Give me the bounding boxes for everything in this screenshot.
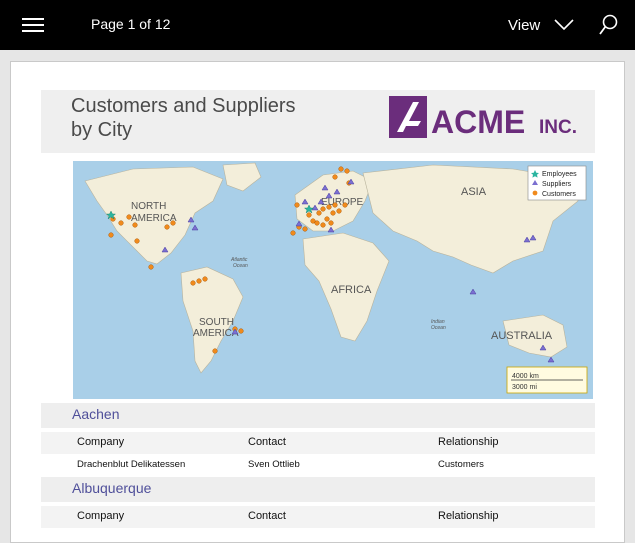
cell-company: Drachenblut Delikatessen: [77, 459, 186, 470]
column-header-relationship: Relationship: [438, 510, 499, 522]
report-header: Customers and Suppliers by City ACME INC…: [41, 90, 595, 153]
page-indicator: Page 1 of 12: [91, 16, 171, 32]
legend-customers: Customers: [542, 191, 576, 198]
scale-mi: 3000 mi: [512, 384, 537, 391]
map-label-australia: AUSTRALIA: [491, 330, 553, 342]
world-map[interactable]: NORTH AMERICA EUROPE ASIA AFRICA SOUTH A…: [73, 161, 593, 399]
map-label-north: NORTH: [131, 201, 166, 212]
top-toolbar: Page 1 of 12 View: [0, 0, 635, 50]
hamburger-menu-icon[interactable]: [22, 15, 46, 35]
svg-text:INC.: INC.: [539, 117, 577, 138]
acme-logo: ACME INC.: [389, 96, 577, 140]
table-header-row: Company Contact Relationship: [41, 432, 595, 454]
legend-suppliers: Suppliers: [542, 181, 572, 188]
map-legend: Employees Suppliers Customers: [527, 165, 587, 201]
map-scale: 4000 km 3000 mi: [506, 366, 588, 394]
report-page: Customers and Suppliers by City ACME INC…: [10, 61, 625, 543]
legend-employees: Employees: [542, 171, 577, 178]
report-title: Customers and Suppliers by City: [71, 94, 296, 142]
city-name: Albuquerque: [72, 480, 152, 496]
report-title-line2: by City: [71, 119, 133, 141]
column-header-relationship: Relationship: [438, 436, 499, 448]
search-icon[interactable]: [596, 13, 620, 37]
column-header-company: Company: [77, 436, 125, 448]
legend-customers-icon: [532, 190, 538, 196]
city-group-header: Aachen: [41, 403, 595, 428]
map-label-america-north: AMERICA: [131, 213, 177, 224]
view-label: View: [508, 16, 541, 34]
map-label-america-south: AMERICA: [193, 328, 239, 339]
table-row: Drachenblut Delikatessen Sven Ottlieb Cu…: [41, 454, 595, 476]
city-name: Aachen: [72, 406, 120, 422]
report-title-line1: Customers and Suppliers: [71, 95, 296, 117]
cell-contact: Sven Ottlieb: [248, 459, 300, 470]
chevron-down-icon: [554, 19, 574, 31]
column-header-contact: Contact: [248, 510, 286, 522]
column-header-company: Company: [77, 510, 125, 522]
ocean-label-atlantic-ocean: Ocean: [233, 263, 248, 269]
map-label-south: SOUTH: [199, 317, 234, 328]
city-group-header: Albuquerque: [41, 477, 595, 502]
column-header-contact: Contact: [248, 436, 286, 448]
ocean-label-indian-ocean: Ocean: [431, 325, 446, 331]
scale-km: 4000 km: [512, 373, 539, 380]
map-label-africa: AFRICA: [331, 284, 372, 296]
svg-text:ACME: ACME: [431, 104, 525, 140]
table-header-row: Company Contact Relationship: [41, 506, 595, 528]
cell-relationship: Customers: [438, 459, 484, 470]
map-label-asia: ASIA: [461, 186, 487, 198]
view-button[interactable]: View: [508, 12, 574, 38]
